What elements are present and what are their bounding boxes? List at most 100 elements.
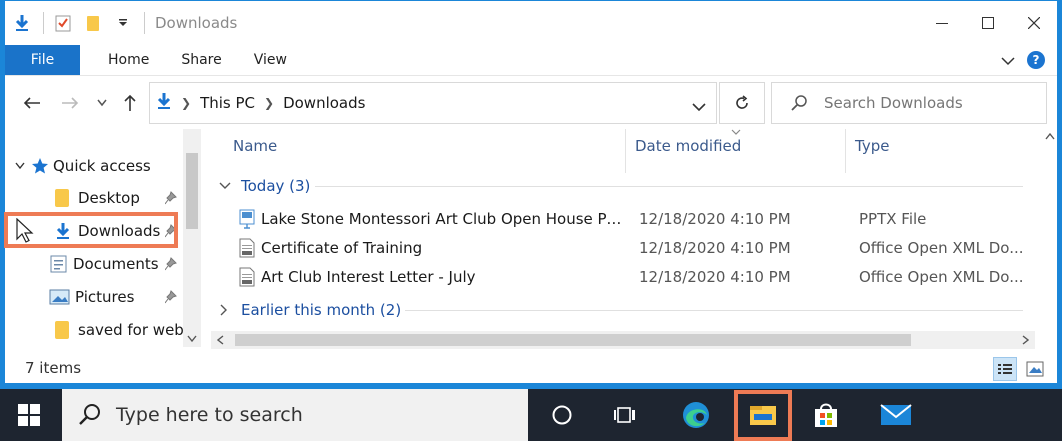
star-icon [32,158,48,174]
file-explorer-window: Downloads File Home Share View ? ❯ This … [4,0,1058,384]
file-list-scrollbar[interactable] [1041,129,1057,329]
help-button[interactable]: ? [1027,51,1045,69]
back-button[interactable] [19,90,45,116]
tab-home[interactable]: Home [104,52,153,68]
item-count: 7 items [25,359,82,377]
close-button[interactable] [1011,1,1057,45]
file-row[interactable]: Art Club Interest Letter - July 12/18/20… [235,263,1035,291]
expand-ribbon-chevron-icon[interactable] [1001,51,1015,70]
nav-pane-scrollbar[interactable] [183,129,201,347]
scrollbar-thumb[interactable] [235,334,911,346]
navigation-bar: ❯ This PC ❯ Downloads Search Downloads [5,75,1057,129]
breadcrumb-separator-icon: ❯ [181,96,192,110]
mail-button[interactable] [868,389,924,441]
folder-icon [55,189,69,207]
sidebar-item-label: Documents [73,255,159,273]
task-view-icon [614,407,635,423]
tab-share[interactable]: Share [177,52,225,68]
group-label: Earlier this month (2) [241,301,402,319]
microsoft-store-button[interactable] [798,389,854,441]
quick-access-item[interactable]: Quick access [15,151,151,181]
mouse-cursor-icon [16,218,34,243]
new-folder-icon[interactable] [82,12,104,34]
column-header-date-modified[interactable]: Date modified [635,137,741,155]
minimize-button[interactable] [919,1,965,45]
title-divider [144,12,145,34]
edge-browser-button[interactable] [668,389,724,441]
maximize-button[interactable] [965,1,1011,45]
taskbar-search-box[interactable]: Type here to search [62,389,528,441]
folder-icon [55,321,69,339]
minimize-icon [936,23,948,24]
file-list: Name Date modified Type Today (3) Lake S… [205,129,1041,351]
scroll-right-icon[interactable] [1021,335,1029,345]
refresh-button[interactable] [719,82,765,124]
properties-icon[interactable] [52,12,74,34]
quick-access-toolbar: Downloads [5,1,237,45]
up-button[interactable] [119,90,141,116]
tab-file[interactable]: File [5,45,80,75]
address-bar[interactable]: ❯ This PC ❯ Downloads [149,82,717,124]
scroll-down-icon[interactable] [187,335,197,343]
customize-toolbar-icon[interactable] [112,12,134,34]
close-icon [1028,17,1040,29]
file-date: 12/18/2020 4:10 PM [639,239,791,257]
window-title: Downloads [155,14,238,32]
breadcrumb-separator-icon: ❯ [264,96,275,110]
column-divider[interactable] [625,129,626,173]
scroll-up-icon[interactable] [1045,133,1055,141]
group-label: Today (3) [241,177,311,195]
tab-view[interactable]: View [250,52,291,68]
large-icons-view-button[interactable] [1023,357,1047,381]
sidebar-item-documents[interactable]: Documents [49,249,179,279]
pictures-icon [49,289,70,305]
group-header-earlier-this-month[interactable]: Earlier this month (2) [219,301,401,319]
large-icons-view-icon [1026,361,1044,377]
forward-button[interactable] [57,90,83,116]
breadcrumb-this-pc[interactable]: This PC [200,94,255,112]
download-arrow-icon [156,92,172,114]
scrollbar-thumb[interactable] [186,153,198,229]
scroll-left-icon[interactable] [217,335,225,345]
chevron-expanded-icon [15,162,25,170]
sidebar-item-pictures[interactable]: Pictures [49,282,179,312]
file-row[interactable]: Lake Stone Montessori Art Club Open Hous… [235,205,1035,233]
pin-icon[interactable] [165,290,177,304]
search-box[interactable]: Search Downloads [771,82,1047,124]
pptx-file-icon [239,209,255,229]
recent-locations-button[interactable] [93,90,111,116]
group-divider [315,186,1023,187]
details-view-button[interactable] [993,357,1017,381]
pin-icon[interactable] [165,191,177,205]
column-header-type[interactable]: Type [855,137,889,155]
sidebar-item-saved-for-web[interactable]: saved for web_ [55,315,185,345]
chevron-expanded-icon [219,182,231,189]
file-name: Certificate of Training [261,239,423,257]
ribbon-right-controls: ? [1001,45,1045,75]
search-icon [79,404,100,425]
edge-browser-icon [683,402,709,428]
file-explorer-highlight-box [734,390,792,441]
pin-icon[interactable] [165,257,177,271]
address-dropdown-icon[interactable] [692,97,706,116]
sort-indicator-icon [731,129,741,135]
group-divider [405,310,1023,311]
group-header-today[interactable]: Today (3) [219,177,310,195]
back-arrow-icon [23,97,40,109]
breadcrumb-downloads[interactable]: Downloads [283,94,365,112]
file-date: 12/18/2020 4:10 PM [639,210,791,228]
column-header-name[interactable]: Name [233,137,277,155]
search-placeholder: Search Downloads [824,94,963,112]
horizontal-scrollbar[interactable] [211,331,1035,349]
cortana-button[interactable] [534,389,590,441]
forward-arrow-icon [62,97,79,109]
sidebar-item-label: saved for web_ [78,321,185,339]
start-button[interactable] [0,389,58,441]
cortana-icon [552,405,572,425]
download-arrow-icon [11,12,33,34]
file-row[interactable]: Certificate of Training 12/18/2020 4:10 … [235,234,1035,262]
column-divider[interactable] [845,129,846,173]
file-type: Office Open XML Do... [859,239,1024,257]
sidebar-item-label: Desktop [78,189,140,207]
task-view-button[interactable] [598,389,654,441]
